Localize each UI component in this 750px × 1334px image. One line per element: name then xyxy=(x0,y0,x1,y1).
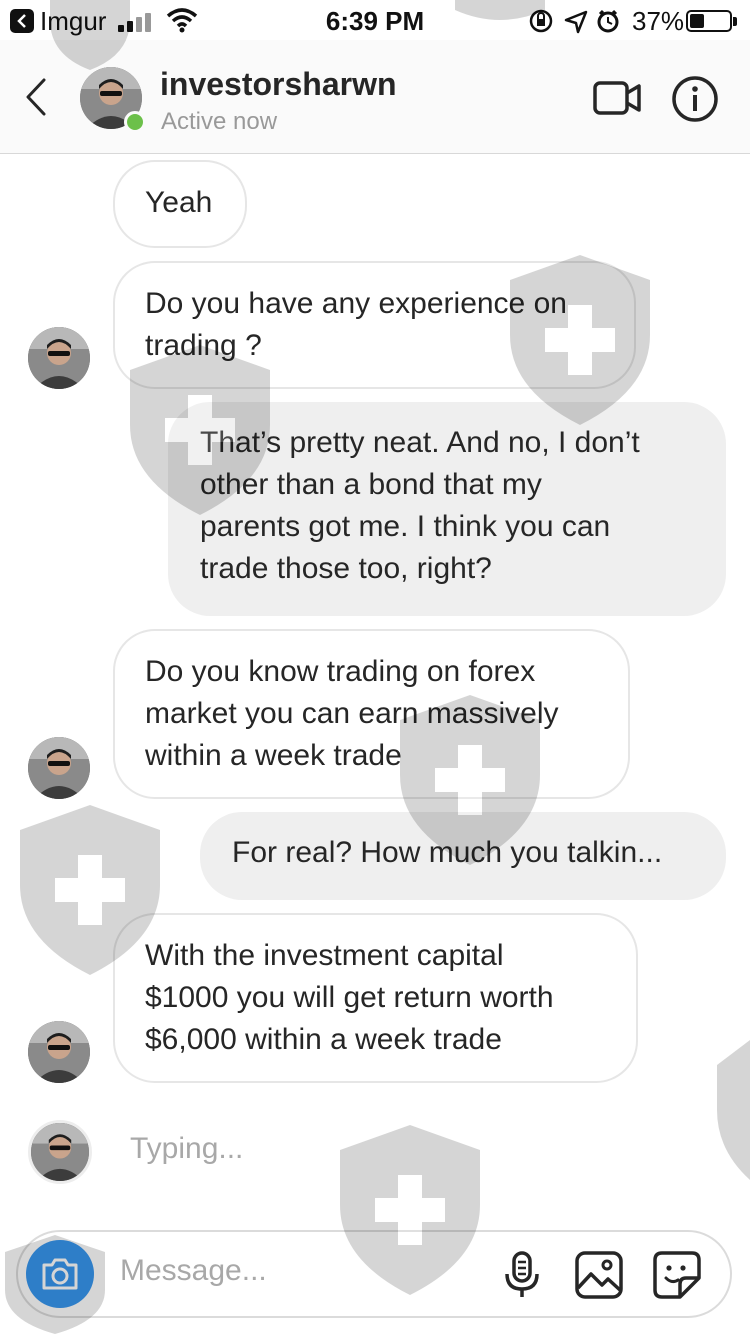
status-bar: Imgur 6:39 PM 37% xyxy=(0,0,750,40)
active-status: Active now xyxy=(161,108,278,135)
message-line: market you can earn massively xyxy=(145,697,559,730)
microphone-icon[interactable] xyxy=(502,1250,542,1300)
camera-icon xyxy=(42,1258,78,1290)
sticker-icon[interactable] xyxy=(652,1250,702,1300)
online-indicator xyxy=(124,111,146,133)
message-line: Do you have any experience on xyxy=(145,287,567,320)
message-line: parents got me. I think you can xyxy=(200,510,611,543)
typing-indicator: Typing... xyxy=(130,1132,244,1165)
info-icon[interactable] xyxy=(670,74,720,124)
battery-percent: 37% xyxy=(632,6,685,36)
message-line: With the investment capital xyxy=(145,939,504,972)
video-camera-icon[interactable] xyxy=(592,78,644,118)
typing-avatar xyxy=(28,1120,92,1184)
message-line: That’s pretty neat. And no, I don’t xyxy=(200,426,640,459)
chat-username[interactable]: investorsharwn xyxy=(160,66,397,103)
status-icons xyxy=(529,9,619,34)
alarm-icon xyxy=(597,9,619,33)
message-line: trading ? xyxy=(145,329,262,362)
orientation-lock-icon xyxy=(529,9,553,33)
incoming-message[interactable]: Yeah xyxy=(113,160,247,248)
incoming-message[interactable]: Do you know trading on forex market you … xyxy=(113,629,630,799)
outgoing-message[interactable]: That’s pretty neat. And no, I don’t othe… xyxy=(168,402,726,616)
camera-button[interactable] xyxy=(26,1240,94,1308)
chevron-left-icon[interactable] xyxy=(18,72,58,122)
message-line: For real? How much you talkin... xyxy=(232,836,663,869)
message-input[interactable] xyxy=(120,1254,480,1288)
battery-level xyxy=(690,14,704,28)
avatar[interactable] xyxy=(28,327,90,389)
message-line: Do you know trading on forex xyxy=(145,655,536,688)
message-line: $1000 you will get return worth xyxy=(145,981,554,1014)
incoming-message[interactable]: Do you have any experience on trading ? xyxy=(113,261,636,389)
message-line: Yeah xyxy=(145,186,213,219)
message-line: trade those too, right? xyxy=(200,552,492,585)
message-line: within a week trade xyxy=(145,739,402,772)
outgoing-message[interactable]: For real? How much you talkin... xyxy=(200,812,726,900)
battery-tip xyxy=(733,17,737,26)
avatar[interactable] xyxy=(28,737,90,799)
watermark-shield-icon xyxy=(717,1040,750,1180)
location-icon xyxy=(564,10,588,34)
message-line: other than a bond that my xyxy=(200,468,542,501)
message-line: $6,000 within a week trade xyxy=(145,1023,502,1056)
incoming-message[interactable]: With the investment capital $1000 you wi… xyxy=(113,913,638,1083)
image-icon[interactable] xyxy=(574,1250,624,1300)
battery-icon xyxy=(686,10,732,32)
chat-header: investorsharwn Active now xyxy=(0,40,750,154)
avatar[interactable] xyxy=(28,1021,90,1083)
